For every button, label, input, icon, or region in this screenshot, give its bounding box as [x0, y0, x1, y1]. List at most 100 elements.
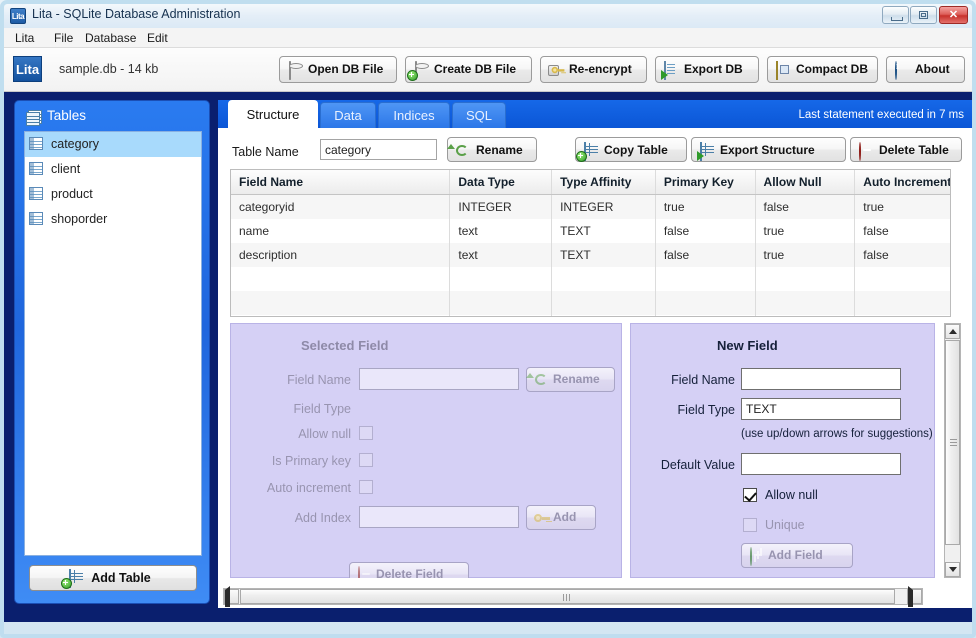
menu-item-database[interactable]: Database: [80, 30, 141, 46]
rename-table-button[interactable]: Rename: [447, 137, 537, 162]
table-icon: [29, 162, 44, 176]
table-name-input[interactable]: [320, 139, 437, 160]
cell-field-name: categoryid: [231, 195, 450, 219]
fields-grid[interactable]: Field Name Data Type Type Affinity Prima…: [230, 169, 951, 317]
table-row[interactable]: name text TEXT false true false: [231, 219, 950, 243]
minimize-icon: [891, 17, 903, 21]
table-name-label: Table Name: [232, 145, 299, 159]
window-title: Lita - SQLite Database Administration: [32, 7, 240, 21]
form-vertical-scrollbar[interactable]: [944, 323, 961, 578]
new-field-name-input[interactable]: [741, 368, 901, 390]
new-allow-null-checkbox[interactable]: [743, 488, 757, 502]
add-field-label: Add Field: [768, 544, 846, 567]
cell-type-affinity: INTEGER: [552, 195, 656, 219]
tables-list[interactable]: category client product shoporder: [24, 131, 202, 556]
cell-auto-increment: false: [855, 219, 950, 243]
sidebar-item-shoporder[interactable]: shoporder: [25, 207, 201, 232]
scroll-left-button[interactable]: [224, 589, 239, 604]
main-area: Tables category client product shoporder: [4, 92, 972, 622]
status-message: Last statement executed in 7 ms: [798, 109, 964, 121]
minimize-button[interactable]: [882, 6, 909, 24]
export-structure-label: Export Structure: [720, 138, 837, 163]
add-field-button[interactable]: Add Field: [741, 543, 853, 568]
cell-allow-null: false: [756, 195, 856, 219]
table-row-empty[interactable]: [231, 267, 950, 291]
scroll-up-button[interactable]: [945, 324, 960, 339]
scroll-down-button[interactable]: [945, 562, 960, 577]
selected-field-name-input[interactable]: [359, 368, 519, 390]
table-row[interactable]: categoryid INTEGER INTEGER true false tr…: [231, 195, 950, 219]
add-table-button[interactable]: Add Table: [29, 565, 197, 591]
selected-field-rename-label: Rename: [553, 368, 608, 391]
tab-sql[interactable]: SQL: [452, 102, 506, 128]
sidebar-item-product[interactable]: product: [25, 182, 201, 207]
menu-item-lita[interactable]: Lita: [10, 30, 39, 46]
selected-add-index-input[interactable]: [359, 506, 519, 528]
menu-item-edit[interactable]: Edit: [142, 30, 173, 46]
about-button[interactable]: About: [886, 56, 965, 83]
tab-indices[interactable]: Indices: [378, 102, 450, 128]
delete-field-button[interactable]: Delete Field: [349, 562, 469, 578]
restore-button[interactable]: [910, 6, 937, 24]
new-unique-label: Unique: [765, 518, 805, 532]
cell-auto-increment: true: [855, 195, 950, 219]
sidebar-item-category[interactable]: category: [25, 132, 201, 157]
field-editor-area: Selected Field Field Name Rename Field T…: [230, 323, 951, 578]
selected-auto-increment-checkbox[interactable]: [359, 480, 373, 494]
chevron-up-icon: [949, 329, 957, 334]
delete-circle-icon: [858, 143, 874, 159]
key-lock-icon: [548, 62, 564, 78]
compact-db-button[interactable]: Compact DB: [767, 56, 878, 83]
menu-item-file[interactable]: File: [49, 30, 78, 46]
panel-horizontal-scrollbar[interactable]: [223, 588, 923, 605]
table-row-empty[interactable]: [231, 291, 950, 315]
cell-primary-key: true: [656, 195, 756, 219]
column-header-field-name: Field Name: [231, 170, 450, 194]
selected-is-primary-key-checkbox[interactable]: [359, 453, 373, 467]
export-arrow-icon: [663, 62, 679, 78]
delete-table-button[interactable]: Delete Table: [850, 137, 962, 162]
open-db-file-button[interactable]: Open DB File: [279, 56, 397, 83]
close-button[interactable]: ✕: [939, 6, 968, 24]
new-field-type-input[interactable]: [741, 398, 901, 420]
new-default-value-label: Default Value: [631, 458, 735, 472]
create-db-file-button[interactable]: Create DB File: [405, 56, 532, 83]
tab-data[interactable]: Data: [320, 102, 376, 128]
copy-table-button[interactable]: Copy Table: [575, 137, 687, 162]
new-field-name-label: Field Name: [639, 373, 735, 387]
table-icon: [29, 212, 44, 226]
scroll-grip-icon: [950, 439, 957, 440]
export-db-button[interactable]: Export DB: [655, 56, 759, 83]
delete-circle-icon: [357, 567, 373, 578]
re-encrypt-button[interactable]: Re-encrypt: [540, 56, 647, 83]
cell-field-name: description: [231, 243, 450, 267]
scroll-right-button[interactable]: [907, 589, 922, 604]
tab-structure[interactable]: Structure: [228, 100, 318, 128]
selected-auto-increment-label: Auto increment: [241, 481, 351, 495]
add-index-button[interactable]: Add: [526, 505, 596, 530]
table-row[interactable]: description text TEXT false true false: [231, 243, 950, 267]
selected-field-rename-button[interactable]: Rename: [526, 367, 615, 392]
horizontal-scroll-thumb[interactable]: [240, 589, 895, 604]
sidebar-item-client[interactable]: client: [25, 157, 201, 182]
table-row-empty[interactable]: [231, 315, 950, 317]
chevron-left-icon: [225, 586, 230, 608]
new-allow-null-label: Allow null: [765, 488, 818, 502]
new-unique-checkbox[interactable]: [743, 518, 757, 532]
vertical-scroll-thumb[interactable]: [945, 340, 960, 545]
new-default-value-input[interactable]: [741, 453, 901, 475]
cell-data-type: INTEGER: [450, 195, 552, 219]
cell-field-name: name: [231, 219, 450, 243]
structure-tab-panel: Table Name Rename Copy Table Export Stru…: [218, 128, 972, 608]
cell-data-type: text: [450, 243, 552, 267]
content-panel: Structure Data Indices SQL Last statemen…: [218, 92, 972, 622]
selected-field-title: Selected Field: [231, 338, 621, 353]
lita-app-icon: Lita: [10, 8, 26, 24]
key-icon: [534, 510, 550, 526]
export-structure-button[interactable]: Export Structure: [691, 137, 846, 162]
plus-circle-icon: [749, 548, 765, 564]
app-toolbar: Lita sample.db - 14 kb Open DB File Crea…: [4, 48, 972, 92]
selected-allow-null-checkbox[interactable]: [359, 426, 373, 440]
column-header-data-type: Data Type: [450, 170, 552, 194]
delete-table-label: Delete Table: [879, 138, 953, 163]
